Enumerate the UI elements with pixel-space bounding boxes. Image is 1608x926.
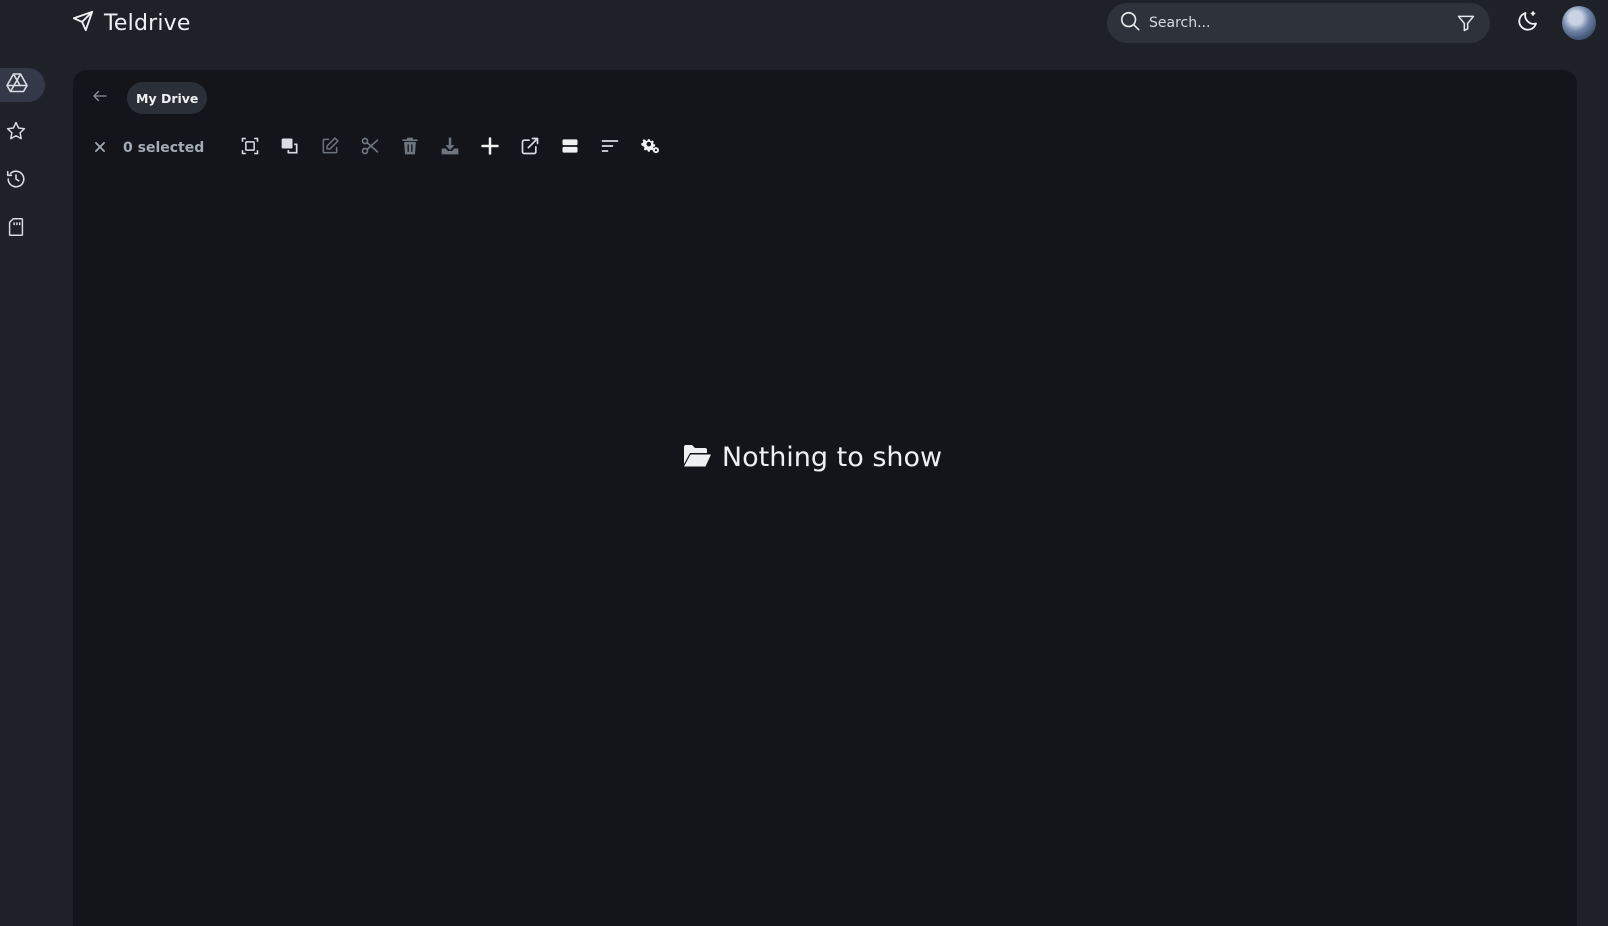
- toolbar: 0 selected: [87, 132, 666, 164]
- sidebar: [0, 68, 46, 260]
- app-title: Teldrive: [104, 10, 191, 36]
- select-all-button[interactable]: [234, 132, 266, 164]
- empty-state-message: Nothing to show: [721, 442, 943, 473]
- sidebar-item-my-drive[interactable]: [0, 68, 45, 102]
- drive-icon: [5, 71, 29, 99]
- paper-plane-icon: [72, 10, 94, 36]
- file-browser-panel: My Drive 0 selected Nothing to show: [73, 70, 1577, 926]
- app-root: Teldrive Search... My Drive 0 selected N…: [0, 0, 1608, 926]
- filter-icon[interactable]: [1456, 13, 1476, 33]
- settings-icon: [639, 135, 661, 161]
- add-button[interactable]: [474, 132, 506, 164]
- selection-count: 0 selected: [123, 140, 205, 156]
- search-bar: [1107, 3, 1490, 43]
- back-button[interactable]: [87, 85, 113, 111]
- sort-button[interactable]: [594, 132, 626, 164]
- sidebar-item-recent[interactable]: [0, 164, 45, 198]
- view-toggle-icon: [560, 136, 580, 160]
- sort-icon: [600, 136, 620, 160]
- rename-button[interactable]: [314, 132, 346, 164]
- brand[interactable]: Teldrive: [72, 8, 191, 38]
- search-icon: [1119, 10, 1141, 36]
- copy-icon: [280, 136, 300, 160]
- view-toggle-button[interactable]: [554, 132, 586, 164]
- select-all-icon: [240, 136, 260, 160]
- storage-icon: [5, 216, 27, 242]
- rename-icon: [320, 136, 340, 160]
- trash-icon: [400, 136, 420, 160]
- open-external-button[interactable]: [514, 132, 546, 164]
- sidebar-item-starred[interactable]: [0, 116, 45, 150]
- sidebar-item-storage[interactable]: [0, 212, 45, 246]
- empty-state: Nothing to show: [73, 442, 1577, 473]
- arrow-left-icon: [91, 87, 109, 109]
- top-bar: Teldrive: [0, 0, 1608, 46]
- folder-open-icon: [682, 443, 712, 473]
- star-icon: [5, 120, 27, 146]
- history-icon: [5, 168, 27, 194]
- search-input[interactable]: [1149, 15, 1456, 31]
- avatar[interactable]: [1562, 6, 1596, 40]
- copy-button[interactable]: [274, 132, 306, 164]
- clear-selection-button[interactable]: [87, 135, 113, 161]
- settings-button[interactable]: [634, 132, 666, 164]
- toolbar-actions: [234, 132, 666, 164]
- breadcrumb: My Drive: [87, 82, 208, 114]
- empty-state-content: Nothing to show: [682, 442, 942, 473]
- open-external-icon: [520, 136, 540, 160]
- download-button[interactable]: [434, 132, 466, 164]
- add-icon: [480, 136, 500, 160]
- breadcrumb-item-my-drive[interactable]: My Drive: [127, 82, 208, 114]
- close-icon: [93, 139, 107, 158]
- moon-icon: [1516, 9, 1540, 37]
- cut-button[interactable]: [354, 132, 386, 164]
- cut-icon: [360, 136, 380, 160]
- theme-toggle-button[interactable]: [1511, 6, 1545, 40]
- delete-button[interactable]: [394, 132, 426, 164]
- download-icon: [440, 136, 460, 160]
